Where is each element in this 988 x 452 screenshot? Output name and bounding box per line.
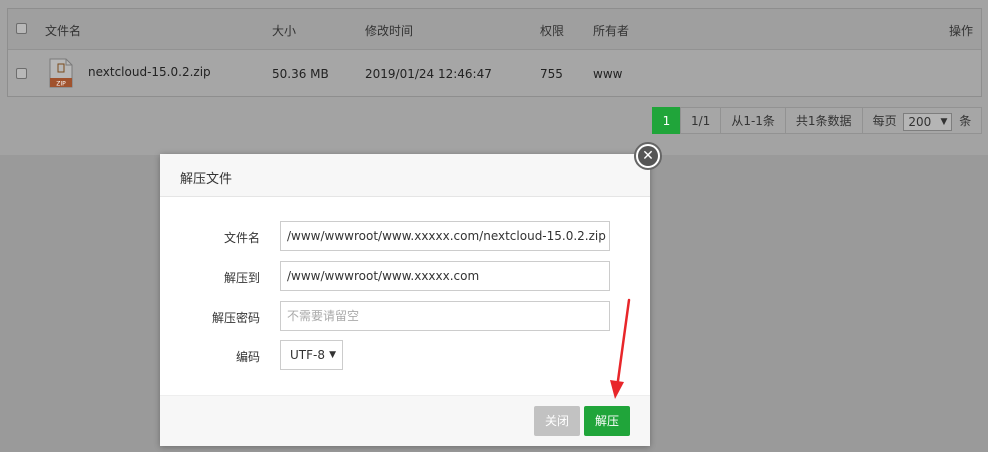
dialog-title: 解压文件 [180,172,233,187]
file-mtime: 2019/01/24 12:46:47 [365,67,492,81]
encoding-label: 编码 [235,350,260,364]
dialog-footer: 关闭 解压 [160,395,650,446]
page-total: 共1条数据 [784,107,863,134]
annotation-arrow-icon [610,298,631,399]
modal-close-button[interactable]: ✕ [634,142,662,170]
unzip-button[interactable]: 解压 [584,406,630,436]
dest-label: 解压到 [223,271,260,285]
select-all-checkbox[interactable] [16,23,27,34]
per-page-prefix: 每页 [872,114,897,128]
per-page-select[interactable]: 200 ▼ [903,112,953,131]
encoding-value: UTF-8 [290,348,325,362]
unzip-dialog: 解压文件 文件名 /www/wwwroot/www.xxxxx.com/next… [160,154,650,446]
dest-path-field[interactable]: /www/wwwroot/www.xxxxx.com [280,261,610,291]
zip-file-icon: ZIP [48,58,74,88]
file-size: 50.36 MB [272,67,329,81]
per-page-control: 每页 200 ▼ 条 [861,107,983,134]
encoding-select[interactable]: UTF-8 ▼ [280,340,343,370]
chevron-down-icon: ▼ [940,116,948,127]
page-range: 从1-1条 [720,107,786,134]
header-mtime[interactable]: 修改时间 [365,22,413,39]
file-owner[interactable]: www [593,67,622,81]
zip-icon-label: ZIP [56,81,66,88]
password-label: 解压密码 [211,311,260,325]
table-header: 文件名 大小 修改时间 权限 所有者 操作 [8,9,981,50]
file-table: 文件名 大小 修改时间 权限 所有者 操作 ZIP nextcloud-15.0… [7,8,982,97]
close-icon: ✕ [638,146,658,166]
header-name[interactable]: 文件名 [45,22,81,39]
pagination: 1 1/1 从1-1条 共1条数据 每页 200 ▼ 条 [652,107,983,134]
header-size[interactable]: 大小 [272,22,296,39]
filename-label: 文件名 [223,231,260,245]
file-name-link[interactable]: nextcloud-15.0.2.zip [88,65,211,79]
header-action: 操作 [948,24,973,38]
per-page-suffix: 条 [959,114,972,128]
dialog-header: 解压文件 [160,154,650,197]
per-page-value: 200 [908,114,932,129]
header-owner: 所有者 [593,24,630,38]
file-permission[interactable]: 755 [540,67,563,81]
chevron-down-icon: ▼ [329,350,336,360]
file-manager-background: 文件名 大小 修改时间 权限 所有者 操作 ZIP nextcloud-15.0… [0,0,988,155]
page-current[interactable]: 1 [652,107,681,134]
close-button[interactable]: 关闭 [534,406,580,436]
filename-field[interactable]: /www/wwwroot/www.xxxxx.com/nextcloud-15.… [280,221,610,251]
page-count: 1/1 [680,107,722,134]
row-checkbox[interactable] [16,68,27,79]
header-permission: 权限 [540,24,565,38]
password-field[interactable]: 不需要请留空 [280,301,610,331]
table-row[interactable]: ZIP nextcloud-15.0.2.zip 50.36 MB 2019/0… [8,49,981,97]
